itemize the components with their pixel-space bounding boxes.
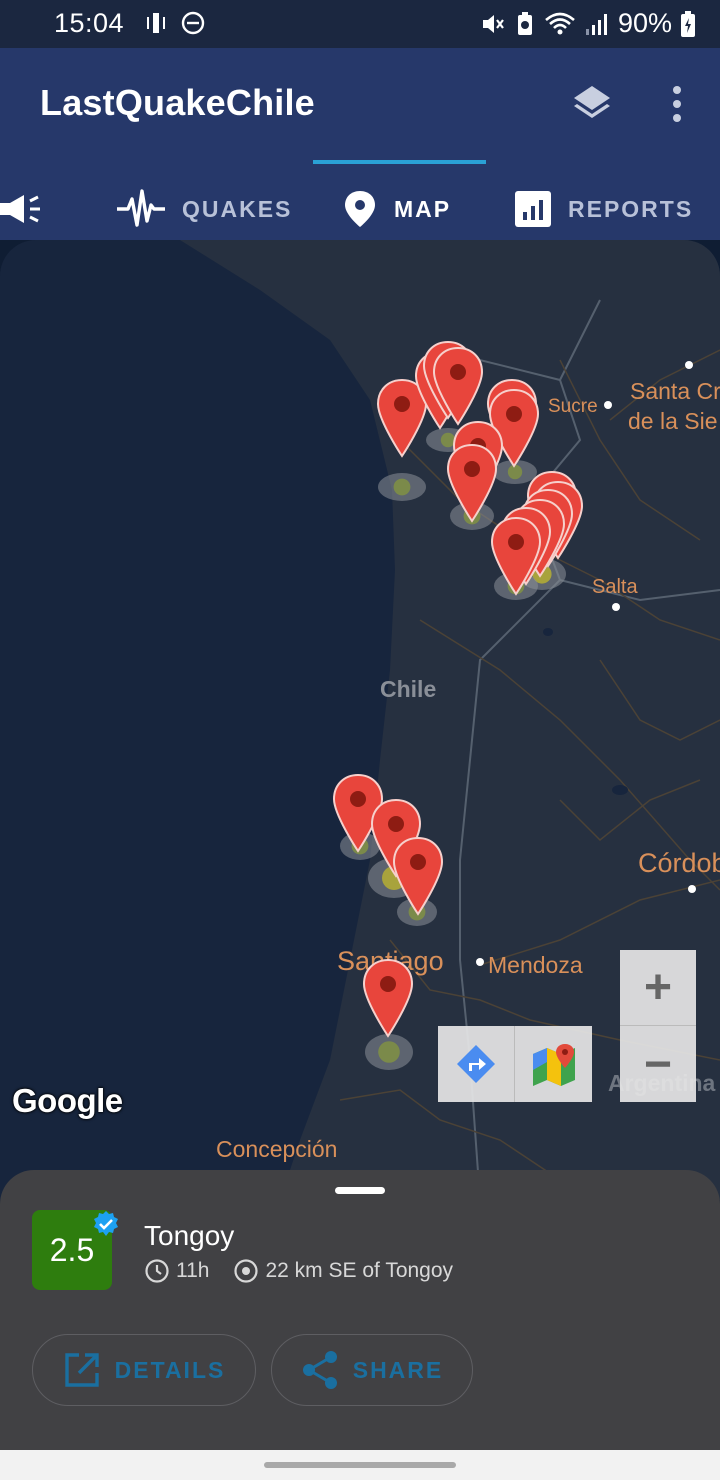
details-button[interactable]: DETAILS <box>32 1334 256 1406</box>
system-nav-bar <box>0 1450 720 1480</box>
quake-marker[interactable] <box>362 958 414 1038</box>
layers-icon[interactable] <box>570 82 614 126</box>
tab-quakes[interactable]: QUAKES <box>116 178 292 240</box>
open-external-icon <box>64 1353 99 1387</box>
quake-detail-sheet: 2.5 Tongoy 11h 22 km SE of Tongoy DETAIL… <box>0 1170 720 1450</box>
directions-icon <box>457 1045 495 1083</box>
map-toolbar <box>438 1026 592 1102</box>
epicenter-dot <box>507 464 523 480</box>
home-gesture-handle[interactable] <box>264 1462 456 1468</box>
markers-canvas <box>332 340 584 1070</box>
app-bar: LastQuakeChile QUAKES MAP REPORTS <box>0 48 720 240</box>
tab-indicator <box>313 160 486 164</box>
battery-level: 90% <box>617 8 672 38</box>
tab-map-label: MAP <box>394 195 452 222</box>
quake-marker[interactable] <box>392 836 444 916</box>
seismograph-icon <box>117 189 165 227</box>
quake-time-ago: 11h <box>176 1259 210 1282</box>
verified-icon <box>94 1211 118 1236</box>
drag-handle[interactable] <box>335 1187 385 1194</box>
zoom-out-button[interactable]: − <box>620 1026 696 1102</box>
tab-bar: QUAKES MAP REPORTS <box>0 178 720 240</box>
details-label: DETAILS <box>114 1356 226 1383</box>
share-label: SHARE <box>352 1356 444 1383</box>
tab-quakes-label: QUAKES <box>182 195 293 222</box>
google-maps-icon <box>532 1044 575 1086</box>
quake-meta: 11h 22 km SE of Tongoy <box>144 1258 453 1284</box>
directions-button[interactable] <box>438 1026 515 1102</box>
clock-icon <box>145 1259 169 1283</box>
wifi-icon <box>545 12 575 34</box>
share-icon <box>302 1351 337 1389</box>
epicenter-dot <box>393 478 411 496</box>
status-time: 15:04 <box>54 8 125 38</box>
tab-announcements[interactable] <box>0 178 44 240</box>
signal-icon <box>585 13 607 35</box>
zoom-in-button[interactable]: + <box>620 950 696 1026</box>
vibrate-icon <box>147 13 165 33</box>
quake-distance: 22 km SE of Tongoy <box>265 1259 454 1282</box>
mute-icon <box>482 14 504 33</box>
megaphone-icon <box>0 195 40 223</box>
bar-chart-icon <box>515 191 551 227</box>
open-in-maps-button[interactable] <box>515 1026 592 1102</box>
more-vert-icon[interactable] <box>660 82 694 126</box>
quake-place: Tongoy <box>144 1220 235 1251</box>
zoom-controls: + − <box>620 950 696 1102</box>
map-view[interactable]: Santa Cr de la Sie Sucre Salta Chile Cór… <box>0 240 720 1200</box>
app-title: LastQuakeChile <box>40 82 315 123</box>
dnd-icon <box>181 11 205 35</box>
status-bar: 15:04 90% <box>0 0 720 48</box>
google-logo: Google <box>12 1082 123 1119</box>
share-button[interactable]: SHARE <box>271 1334 473 1406</box>
tab-map[interactable]: MAP <box>342 178 451 240</box>
epicenter-dot <box>378 1041 400 1063</box>
battery-saver-icon <box>517 11 532 35</box>
epicenter-icon <box>234 1259 259 1283</box>
tab-reports[interactable]: REPORTS <box>514 178 693 240</box>
map-pin-icon <box>345 191 375 227</box>
quake-marker[interactable] <box>376 378 428 458</box>
tab-reports-label: REPORTS <box>568 195 694 222</box>
battery-charging-icon <box>681 10 695 37</box>
